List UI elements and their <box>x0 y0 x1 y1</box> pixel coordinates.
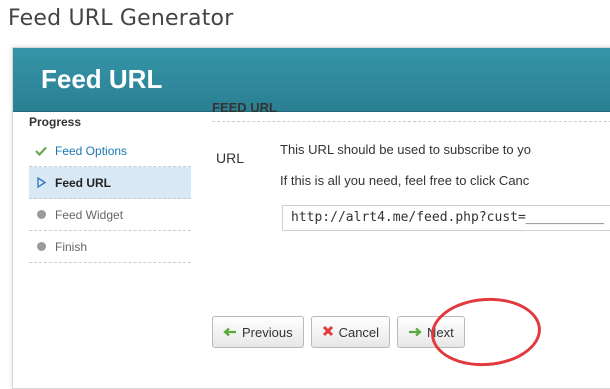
cancel-button[interactable]: Cancel <box>310 316 391 348</box>
triangle-right-icon <box>33 177 49 188</box>
step-label: Feed URL <box>55 175 112 190</box>
step-feed-url[interactable]: Feed URL <box>29 167 191 199</box>
arrow-right-icon <box>408 325 422 340</box>
previous-button[interactable]: Previous <box>212 316 304 348</box>
dot-icon <box>33 242 49 251</box>
step-label: Feed Options <box>55 143 128 158</box>
feed-url-field[interactable]: http://alrt4.me/feed.php?cust=__________ <box>282 205 610 231</box>
arrow-left-icon <box>223 325 237 340</box>
check-icon <box>33 146 49 156</box>
section-title: FEED URL <box>212 100 610 122</box>
step-label: Finish <box>55 239 88 254</box>
description-line-2: If this is all you need, feel free to cl… <box>280 173 530 188</box>
main-content: FEED URL URL This URL should be used to … <box>212 100 610 231</box>
previous-label: Previous <box>242 324 293 340</box>
cancel-label: Cancel <box>338 324 380 340</box>
button-bar: Previous Cancel Next <box>212 316 465 348</box>
step-label: Feed Widget <box>55 207 124 222</box>
dialog-title: Feed URL <box>41 64 163 94</box>
url-label: URL <box>216 150 245 166</box>
step-finish[interactable]: Finish <box>29 231 191 263</box>
step-feed-options[interactable]: Feed Options <box>29 135 191 167</box>
description-line-1: This URL should be used to subscribe to … <box>280 142 531 157</box>
progress-label: Progress <box>29 115 82 129</box>
progress-sidebar: Progress Feed Options Feed URL Feed Widg… <box>29 115 191 263</box>
step-feed-widget[interactable]: Feed Widget <box>29 199 191 231</box>
x-icon <box>322 325 334 340</box>
dot-icon <box>33 210 49 219</box>
app-title: Feed URL Generator <box>8 6 234 31</box>
